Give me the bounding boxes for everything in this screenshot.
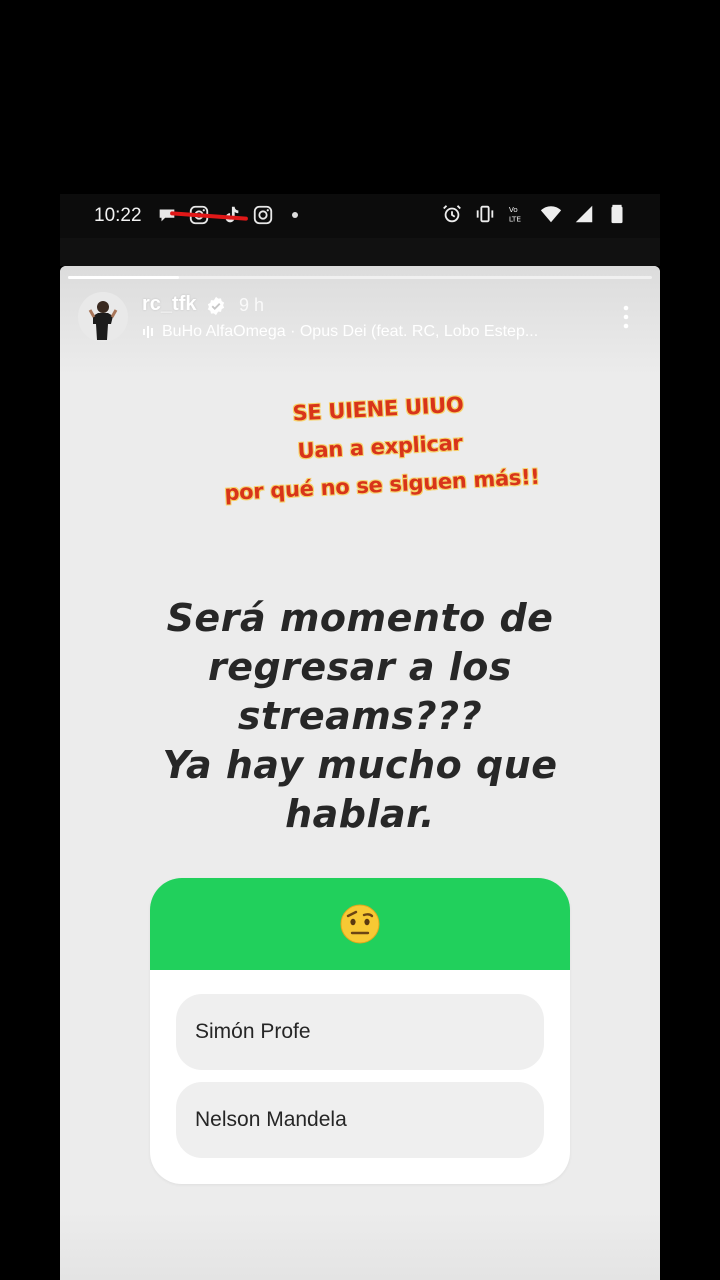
caption-line-5: hablar.: [285, 792, 435, 836]
music-label: BuHo AlfaOmega · Opus Dei (feat. RC, Lob…: [162, 323, 539, 340]
music-attribution[interactable]: BuHo AlfaOmega · Opus Dei (feat. RC, Lob…: [142, 323, 538, 341]
username[interactable]: rc_tfk: [142, 293, 196, 316]
instagram-icon: [253, 205, 273, 225]
svg-text:Vo: Vo: [509, 205, 518, 214]
signal-icon: [575, 205, 593, 223]
status-spacer: [60, 238, 660, 266]
caption-line-3: streams???: [237, 694, 483, 738]
caption-line-2: regresar a los: [207, 645, 513, 689]
status-time: 10:22: [94, 205, 142, 226]
verified-badge-icon: [207, 296, 225, 316]
quiz-header: [150, 878, 570, 970]
quiz-option-1-label: Simón Profe: [195, 1020, 311, 1043]
story-caption: Será momento de regresar a los streams??…: [120, 594, 600, 839]
system-icons: Vo LTE: [441, 203, 628, 225]
avatar[interactable]: [78, 292, 128, 342]
svg-text:LTE: LTE: [509, 214, 522, 223]
story-progress-fill: [68, 276, 179, 279]
story-progress-bar: [68, 276, 652, 279]
phone-screen: 10:22 Vo LTE rc_tfk 9 h BuHo AlfaOmega ·…: [60, 194, 660, 1280]
quiz-option-2[interactable]: Nelson Mandela: [176, 1082, 544, 1158]
audio-wave-icon: [143, 326, 153, 338]
caption-line-1: Será momento de: [166, 596, 554, 640]
avatar-person-icon: [78, 292, 128, 342]
story-viewer[interactable]: rc_tfk 9 h BuHo AlfaOmega · Opus Dei (fe…: [60, 266, 660, 1280]
wifi-icon: [540, 206, 562, 223]
bottom-gradient: [60, 1210, 660, 1280]
vibrate-icon: [476, 205, 494, 223]
post-time: 9 h: [239, 295, 265, 315]
raised-eyebrow-emoji-icon: [340, 904, 380, 944]
volte-icon: Vo LTE: [509, 205, 522, 223]
quiz-sticker: Simón Profe Nelson Mandela: [150, 878, 570, 1184]
caption-line-4: Ya hay mucho que: [162, 743, 558, 787]
more-notifications-dot: [292, 212, 298, 218]
alarm-icon: [443, 205, 461, 223]
battery-icon: [611, 204, 623, 224]
quiz-option-1[interactable]: Simón Profe: [176, 994, 544, 1070]
quiz-option-2-label: Nelson Mandela: [195, 1108, 347, 1131]
header-gradient: [60, 266, 660, 376]
more-options-icon[interactable]: [622, 304, 630, 330]
status-bar: 10:22 Vo LTE: [60, 194, 660, 238]
live-announcement-sticker: SE UIENE UIUO Uan a explicar por qué no …: [217, 382, 543, 513]
